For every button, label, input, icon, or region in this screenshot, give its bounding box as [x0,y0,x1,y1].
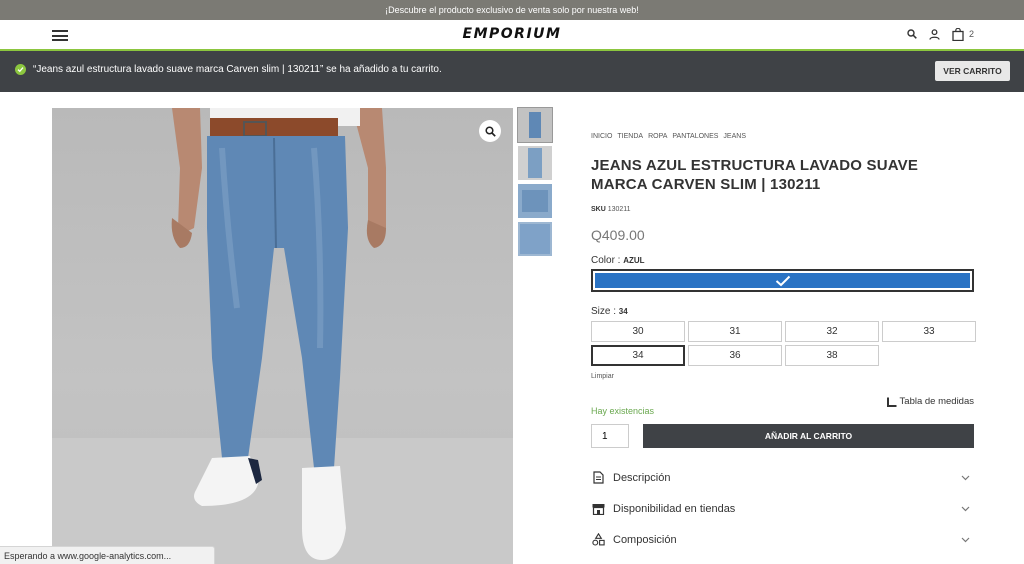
product-main-image[interactable] [52,108,513,564]
announcement-text: ¡Descubre el producto exclusivo de venta… [385,5,639,15]
sku: SKU 130211 [591,206,974,213]
size-table-label: Tabla de medidas [899,396,974,407]
accordion-composicion[interactable]: Composición [591,524,974,555]
search-icon[interactable] [905,27,919,41]
sku-label: SKU [591,206,606,213]
size-option-38[interactable]: 38 [785,345,879,366]
cart-notice: “Jeans azul estructura lavado suave marc… [0,51,1024,92]
clear-selection-link[interactable]: Limpiar [591,373,974,380]
browser-status-bar: Esperando a www.google-analytics.com... [0,546,215,564]
ruler-icon [886,397,897,407]
product-accordion: Descripción Disponibilidad en tiendas Co… [591,462,974,555]
size-value: 34 [618,307,628,316]
thumbnail-3[interactable] [518,184,552,218]
chevron-down-icon [961,472,970,484]
add-to-cart-button[interactable]: AÑADIR AL CARRITO [643,424,974,448]
product-title: JEANS AZUL ESTRUCTURA LAVADO SUAVE MARCA… [591,157,919,193]
product-price: Q409.00 [591,227,645,243]
size-table-link[interactable]: Tabla de medidas [886,396,974,407]
size-option-30[interactable]: 30 [591,321,685,342]
breadcrumb-ropa[interactable]: ROPA [648,133,667,140]
header-icons: 2 [905,27,974,41]
accordion-label: Descripción [613,471,671,484]
chevron-down-icon [961,534,970,546]
document-icon [591,471,605,485]
size-option-34[interactable]: 34 [591,345,685,366]
thumbnail-1[interactable] [517,107,553,143]
color-swatch-azul[interactable] [591,269,974,292]
status-text: Esperando a www.google-analytics.com... [4,550,172,561]
buy-row: AÑADIR AL CARRITO [591,424,974,448]
site-header: EMPORIUM 2 [0,20,1024,51]
color-label-text: Color : [591,255,621,266]
product-info: INICIO TIENDA ROPA PANTALONES JEANS JEAN… [591,133,976,555]
chevron-down-icon [961,503,970,515]
stock-row: Hay existencias Tabla de medidas [591,396,974,418]
breadcrumb-pantalones[interactable]: PANTALONES [672,133,718,140]
view-cart-button[interactable]: VER CARRITO [935,61,1010,81]
size-option-33[interactable]: 33 [882,321,976,342]
breadcrumb-jeans[interactable]: JEANS [723,133,746,140]
notice-message: “Jeans azul estructura lavado suave marc… [33,64,442,75]
swatch-fill [595,273,970,288]
quantity-input[interactable] [591,424,629,448]
thumbnail-list [517,107,553,260]
site-logo[interactable]: EMPORIUM [0,26,1024,42]
accordion-disponibilidad[interactable]: Disponibilidad en tiendas [591,493,974,524]
jeans-photo [52,108,513,564]
check-icon [15,64,26,75]
accordion-label: Disponibilidad en tiendas [613,502,736,515]
size-option-32[interactable]: 32 [785,321,879,342]
store-icon [591,502,605,516]
accordion-label: Composición [613,533,677,546]
cart-count: 2 [968,29,974,39]
breadcrumb: INICIO TIENDA ROPA PANTALONES JEANS [591,133,974,140]
thumbnail-2[interactable] [518,146,552,180]
size-option-36[interactable]: 36 [688,345,782,366]
size-label-text: Size : [591,306,617,317]
bag-icon[interactable] [951,27,965,41]
checkmark-icon [775,275,790,286]
color-value: AZUL [623,256,645,265]
size-label: Size : 34 [591,306,974,317]
user-icon[interactable] [928,27,942,41]
sku-value: 130211 [607,206,631,213]
stock-status: Hay existencias [591,406,655,416]
accordion-descripcion[interactable]: Descripción [591,462,974,493]
thumbnail-4[interactable] [518,222,552,256]
color-label: Color : AZUL [591,255,974,266]
size-option-31[interactable]: 31 [688,321,782,342]
magnifier-icon [484,125,496,137]
announcement-bar: ¡Descubre el producto exclusivo de venta… [0,0,1024,20]
breadcrumb-tienda[interactable]: TIENDA [617,133,643,140]
zoom-button[interactable] [479,120,501,142]
shapes-icon [591,533,605,547]
size-options: 30 31 32 33 34 36 38 [591,321,976,366]
breadcrumb-inicio[interactable]: INICIO [591,133,612,140]
